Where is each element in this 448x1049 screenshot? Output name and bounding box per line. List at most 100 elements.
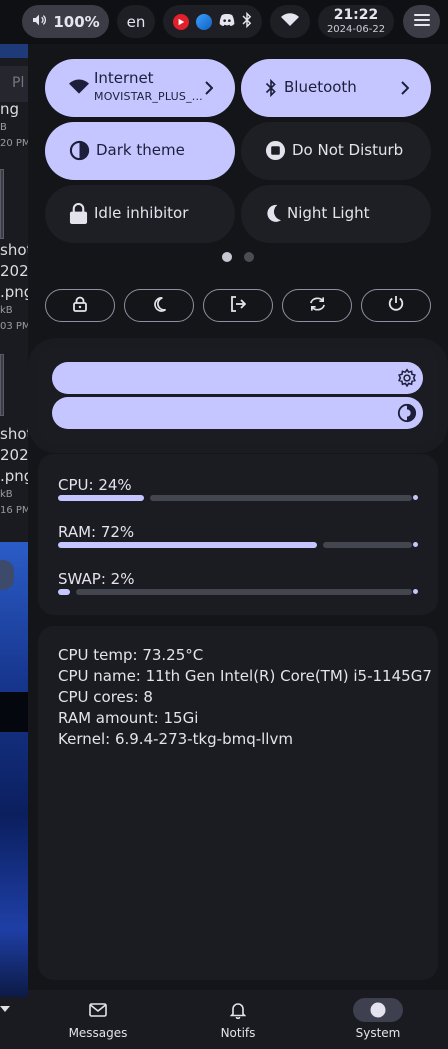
background-title-strip [0,44,30,58]
language-button[interactable]: en [117,5,155,38]
dark-theme-label: Dark theme [96,141,185,159]
page-dot[interactable] [244,252,254,262]
chevron-right-icon[interactable] [400,80,410,99]
ram-usage-bar [58,542,317,548]
nav-messages[interactable]: Messages [48,990,148,1049]
swap-usage-track [76,589,412,595]
lock-icon [73,296,87,316]
bluetooth-label: Bluetooth [284,78,357,96]
idle-inhibitor-label: Idle inhibitor [94,204,189,222]
dark-theme-tile[interactable]: Dark theme [45,122,235,180]
cpu-usage-track [150,495,412,501]
nav-notifs-label: Notifs [220,1026,256,1040]
refresh-icon [309,296,326,316]
internet-tile[interactable]: Internet MOVISTAR_PLUS_... [45,59,235,117]
background-file-size: kB [0,489,13,500]
background-file-time: 16 PM [0,505,30,516]
background-file-time: 20 PM [0,138,30,149]
contrast-icon [69,140,90,165]
lock-button[interactable] [45,289,115,322]
wifi-button[interactable] [270,5,310,38]
hamburger-icon [413,12,430,31]
night-light-label: Night Light [287,204,370,222]
language-label: en [126,12,146,31]
restart-button[interactable] [282,289,352,322]
swap-usage-bar [58,589,70,595]
power-button[interactable] [361,289,431,322]
background-search-knob [0,560,14,590]
chevron-right-icon[interactable] [204,80,214,99]
bottom-navigation: Messages Notifs System [28,990,448,1049]
do-not-disturb-label: Do Not Disturb [292,141,404,159]
contrast-icon [397,403,417,427]
cpu-usage-label: CPU: 24% [58,476,132,494]
kernel-version: Kernel: 6.9.4-273-tkg-bmq-llvm [58,730,293,748]
background-thumbnail [0,354,4,416]
ram-usage-end [413,542,418,547]
logout-icon [230,295,247,316]
lock-icon [69,203,88,228]
clock-date: 2024-06-22 [326,24,386,35]
bluetooth-icon[interactable] [242,11,252,32]
clock-button[interactable]: 21:22 2024-06-22 [318,5,394,38]
nav-system-label: System [355,1026,401,1040]
background-dropdown-arrow [0,1006,10,1012]
network-name: MOVISTAR_PLUS_... [94,90,203,103]
power-icon [388,295,404,316]
idle-inhibitor-tile[interactable]: Idle inhibitor [45,185,235,243]
background-file-name: .png [0,467,30,485]
cpu-cores: CPU cores: 8 [58,688,153,706]
cpu-name: CPU name: 11th Gen Intel(R) Core(TM) i5-… [58,667,432,685]
sleep-button[interactable] [124,289,194,322]
logout-button[interactable] [203,289,273,322]
moon-icon [265,204,282,227]
toggle-icon [353,998,403,1022]
background-file-name: .png [0,283,30,301]
menu-button[interactable] [403,5,440,38]
speaker-icon [31,12,47,32]
contrast-slider[interactable] [52,397,423,429]
cpu-temp: CPU temp: 73.25°C [58,646,204,664]
background-tab-label: Pl [12,75,25,91]
envelope-icon [73,998,123,1022]
nav-messages-label: Messages [68,1026,128,1040]
internet-label: Internet [94,69,154,87]
background-thumbnail [0,169,4,239]
youtube-music-icon[interactable] [173,13,189,30]
background-wallpaper-preview [0,542,30,997]
swap-usage-end [413,589,418,594]
ram-usage-label: RAM: 72% [58,523,135,541]
background-file-name: 2024 [0,262,30,280]
cpu-usage-bar [58,495,144,501]
moon-icon [152,296,167,316]
cpu-usage-end [413,495,418,500]
brightness-slider[interactable] [52,362,423,394]
nav-system[interactable]: System [328,990,428,1049]
wifi-icon [69,79,89,99]
system-tray [163,5,262,38]
page-dot-active[interactable] [222,252,232,262]
discord-icon[interactable] [219,12,235,31]
bell-icon [213,998,263,1022]
night-light-tile[interactable]: Night Light [241,185,431,243]
volume-level: 100% [53,12,100,31]
swap-usage-label: SWAP: 2% [58,570,135,588]
do-not-disturb-tile[interactable]: Do Not Disturb [241,122,431,180]
wifi-icon [281,12,299,31]
background-file-time: 03 PM [0,321,30,332]
bluetooth-icon [265,78,277,101]
ram-usage-track [323,542,412,548]
background-file-name: ng [0,100,20,118]
ram-amount: RAM amount: 15Gi [58,709,199,727]
background-desktop: Pl ng B 20 PM shot 2024 .png kB 03 PM sh… [0,44,30,1049]
nav-notifs[interactable]: Notifs [188,990,288,1049]
do-not-disturb-icon [265,140,286,165]
clock-time: 21:22 [333,7,379,23]
background-dark-band [0,692,30,732]
background-file-size: kB [0,305,13,316]
top-bar: 100% en 21:22 2024-06-22 [0,0,448,44]
background-file-name: shot [0,425,30,443]
volume-button[interactable]: 100% [22,5,109,38]
bluetooth-tile[interactable]: Bluetooth [241,59,431,117]
browser-icon[interactable] [196,13,212,30]
